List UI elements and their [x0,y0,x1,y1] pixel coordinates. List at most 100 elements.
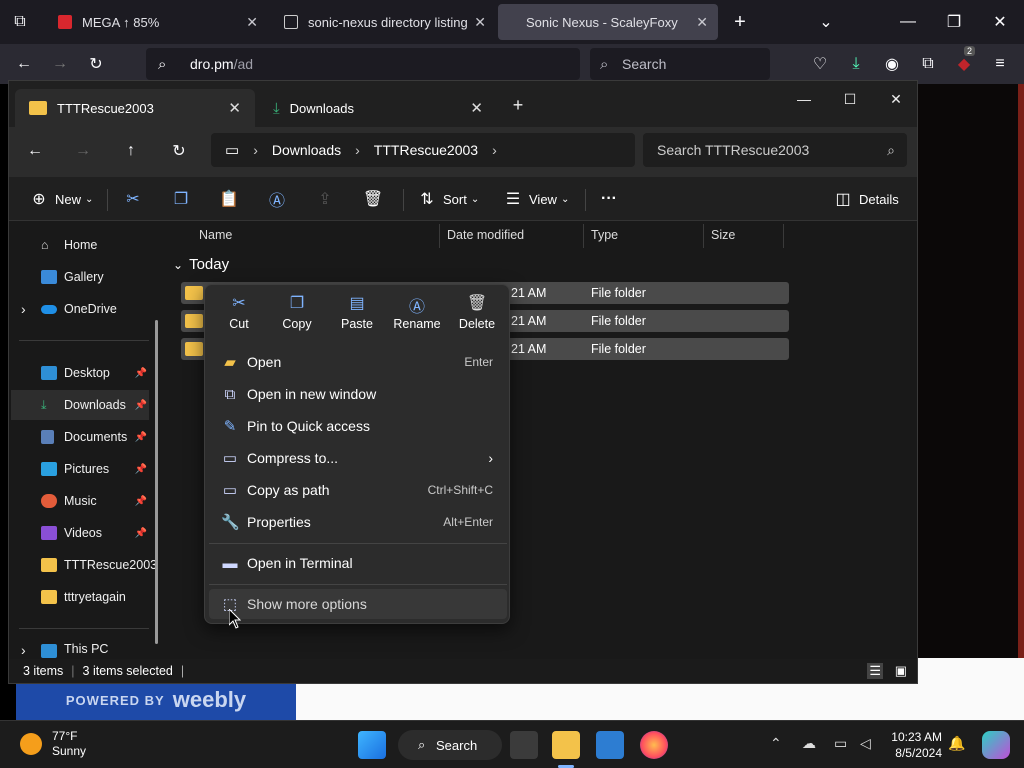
store-icon[interactable] [596,731,624,759]
back-icon[interactable]: ← [23,139,47,163]
maximize-icon[interactable]: ☐ [827,85,873,113]
chevron-down-icon[interactable]: ⌄ [814,10,838,34]
onedrive-icon[interactable]: ☁ [802,735,816,752]
browser-tab-sonic-nexus-listing[interactable]: sonic-nexus directory listing ✕ [272,4,496,40]
breadcrumb-tttrescue2003[interactable]: TTTRescue2003 [374,142,478,158]
more-options-button[interactable]: ··· [597,187,621,211]
monitor-icon[interactable]: ▭ [834,735,847,752]
new-button[interactable]: ⊕ New ⌄ [27,187,93,211]
delete-button[interactable]: 🗑 [361,187,385,211]
close-window-icon[interactable]: ✕ [988,10,1012,34]
column-header-type[interactable]: Type [591,222,618,248]
view-button[interactable]: ☰ View ⌄ [501,187,570,211]
rename-button[interactable]: Ⓐ Rename [387,293,447,341]
weather-widget[interactable]: 77°F Sunny [20,729,86,759]
rename-button[interactable]: Ⓐ [265,187,289,211]
menu-item-open-new-window[interactable]: ⧉ Open in new window [209,379,507,409]
delete-button[interactable]: 🗑 Delete [447,293,507,341]
chevron-right-icon[interactable]: › [492,142,497,158]
volume-icon[interactable]: ◁ [860,735,871,752]
cut-button[interactable]: ✂ Cut [209,293,269,341]
close-icon[interactable]: ✕ [228,99,241,117]
file-explorer-icon[interactable] [552,731,580,759]
chevron-right-icon[interactable]: › [21,642,26,658]
sort-button[interactable]: ⇅ Sort ⌄ [415,187,479,211]
refresh-icon[interactable]: ↻ [167,139,191,163]
browser-tab-mega[interactable]: MEGA ↑ 85% ✕ [46,4,268,40]
menu-item-pin-quick-access[interactable]: ✎ Pin to Quick access [209,411,507,441]
breadcrumb-downloads[interactable]: Downloads [272,142,341,158]
close-window-icon[interactable]: ✕ [873,85,919,113]
firefox-icon[interactable] [640,731,668,759]
forward-icon[interactable]: → [48,52,72,76]
forward-icon[interactable]: → [71,139,95,163]
details-view-icon[interactable]: ☰ [867,663,883,679]
sidebar-scrollbar[interactable] [155,320,158,644]
menu-icon[interactable]: ≡ [988,52,1012,76]
group-header-today[interactable]: ⌄ Today [173,256,229,273]
back-icon[interactable]: ← [12,52,36,76]
reload-icon[interactable]: ↻ [84,52,108,76]
column-header-date[interactable]: Date modified [447,222,524,248]
explorer-tab-tttrescue2003[interactable]: TTTRescue2003 ✕ [15,89,255,127]
chevron-right-icon[interactable]: › [253,142,258,158]
close-icon[interactable]: ✕ [696,14,708,31]
menu-item-open[interactable]: ▰ Open Enter [209,347,507,377]
paste-button[interactable]: ▤ Paste [327,293,387,341]
sidebar-item-this-pc[interactable]: › This PC [11,642,149,658]
download-icon[interactable]: ⤓ [844,52,868,76]
menu-item-copy-as-path[interactable]: ▭ Copy as path Ctrl+Shift+C [209,475,507,505]
pocket-icon[interactable]: ♡ [808,52,832,76]
chevron-right-icon[interactable]: › [21,301,26,317]
notification-bell-icon[interactable]: 🔔 [948,735,965,752]
sidebar-item-gallery[interactable]: Gallery [11,262,149,292]
maximize-icon[interactable]: ❐ [942,10,966,34]
new-tab-icon[interactable]: + [728,10,752,34]
sidebar-item-downloads[interactable]: ⤓ Downloads 📌 [11,390,149,420]
column-header-name[interactable]: Name [199,222,232,248]
close-icon[interactable]: ✕ [474,14,486,31]
column-header-size[interactable]: Size [711,222,735,248]
extensions-icon[interactable]: ⧉ [916,52,940,76]
breadcrumb[interactable]: ▭ › Downloads › TTTRescue2003 › [211,133,635,167]
sidebar-item-onedrive[interactable]: › OneDrive [11,294,149,324]
sidebar-item-documents[interactable]: Documents 📌 [11,422,149,452]
system-clock[interactable]: 10:23 AM 8/5/2024 [884,729,942,761]
url-bar[interactable]: ⌕ dro.pm/ad [146,48,580,80]
up-icon[interactable]: ↑ [119,139,143,163]
sidebar-item-tttrescue2003[interactable]: TTTRescue2003 [11,550,157,580]
ublock-icon[interactable]: ◆ 2 [952,46,976,76]
sidebar-item-videos[interactable]: Videos 📌 [11,518,149,548]
taskbar-search[interactable]: ⌕ Search [398,730,502,760]
explorer-tab-downloads[interactable]: ⤓ Downloads ✕ [259,89,497,127]
minimize-icon[interactable]: — [781,85,827,113]
start-icon[interactable] [358,731,386,759]
copy-button[interactable]: ❐ Copy [267,293,327,341]
sidebar-item-tttryetagain[interactable]: tttryetagain [11,582,149,612]
tab-list-icon[interactable]: ⧉ [8,10,32,34]
menu-item-open-terminal[interactable]: ▬ Open in Terminal [209,548,507,578]
explorer-search-input[interactable]: Search TTTRescue2003 ⌕ [643,133,907,167]
sidebar-item-pictures[interactable]: Pictures 📌 [11,454,149,484]
menu-item-show-more-options[interactable]: ⬚ Show more options [209,589,507,619]
share-button[interactable]: ⇪ [313,187,337,211]
copilot-icon[interactable] [982,731,1010,759]
cut-button[interactable]: ✂ [121,187,145,211]
menu-item-compress[interactable]: ▭ Compress to... › [209,443,507,473]
sidebar-item-home[interactable]: ⌂ Home [11,230,149,260]
browser-search-box[interactable]: ⌕ Search [590,48,770,80]
close-icon[interactable]: ✕ [246,14,258,31]
copy-button[interactable]: ❐ [169,187,193,211]
chevron-up-icon[interactable]: ⌃ [770,735,782,752]
weebly-banner[interactable]: POWERED BY weebly [16,680,296,720]
details-button[interactable]: ◫ Details [831,187,898,211]
sidebar-item-music[interactable]: Music 📌 [11,486,149,516]
new-tab-icon[interactable]: + [495,91,541,119]
close-icon[interactable]: ✕ [470,99,483,117]
chevron-right-icon[interactable]: › [355,142,360,158]
paste-button[interactable]: 📋 [217,187,241,211]
tiles-view-icon[interactable]: ▣ [895,663,907,679]
menu-item-properties[interactable]: 🔧 Properties Alt+Enter [209,507,507,537]
sidebar-item-desktop[interactable]: Desktop 📌 [11,358,149,388]
browser-tab-sonic-nexus[interactable]: Sonic Nexus - ScaleyFoxy ✕ [498,4,718,40]
